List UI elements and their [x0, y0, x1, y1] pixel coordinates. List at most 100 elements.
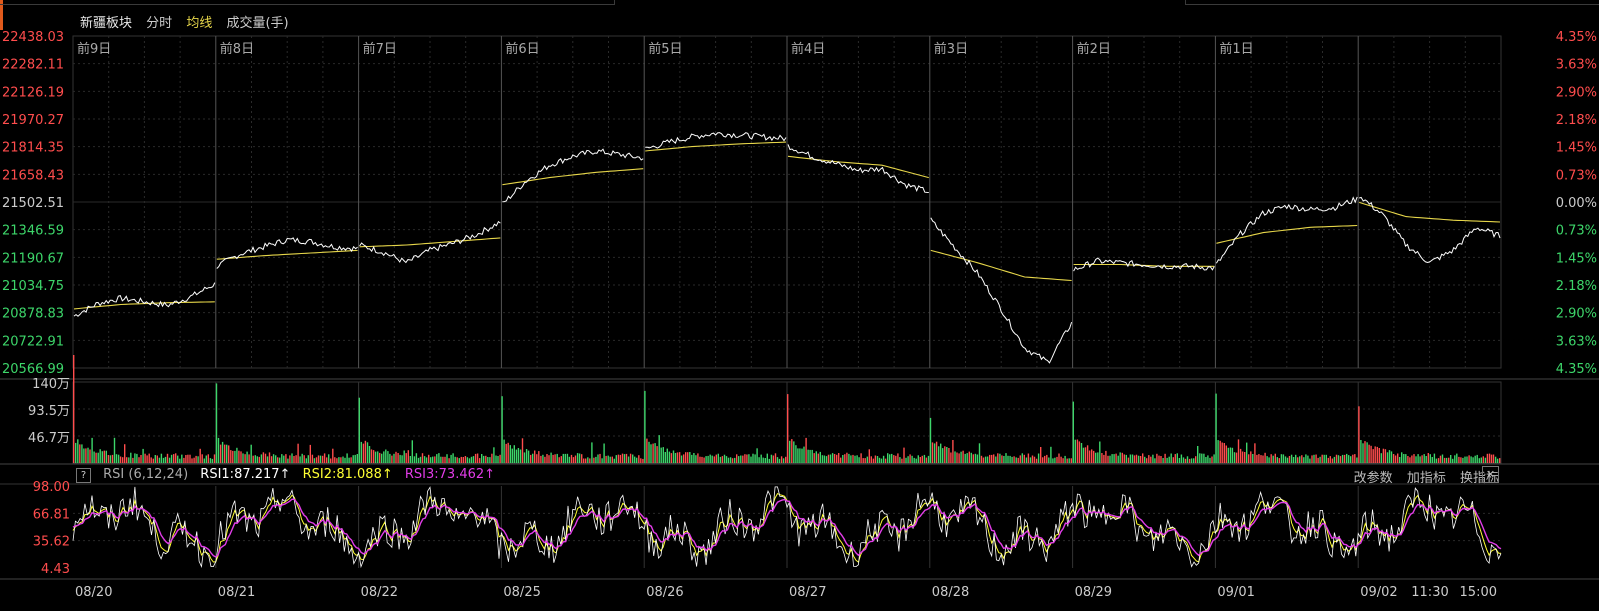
volume-bar	[782, 458, 785, 463]
volume-bar	[893, 455, 895, 463]
tab-average-line[interactable]: 均线	[186, 16, 212, 31]
volume-bar	[578, 453, 581, 463]
rsi-help-button[interactable]: ?	[76, 468, 91, 483]
volume-bar	[1311, 455, 1313, 463]
volume-bar	[729, 457, 732, 463]
volume-bar	[603, 443, 605, 463]
volume-bar	[387, 451, 389, 463]
volume-bar	[1099, 441, 1101, 463]
volume-bar	[623, 454, 626, 463]
volume-bar	[97, 452, 99, 463]
volume-bar	[976, 454, 979, 463]
volume-bar	[972, 454, 974, 463]
volume-bar	[625, 453, 628, 463]
volume-bar	[1480, 457, 1482, 463]
volume-bar	[438, 453, 440, 463]
date-tick-label: 08/25	[503, 585, 540, 600]
volume-bar	[984, 456, 987, 463]
volume-bar	[723, 454, 726, 463]
volume-bar	[931, 442, 934, 463]
volume-bar	[1225, 445, 1227, 463]
volume-bar	[95, 452, 97, 463]
close-icon[interactable]: ✕	[1482, 466, 1499, 483]
volume-bar	[489, 457, 491, 463]
volume-bar	[599, 453, 601, 463]
volume-bar	[495, 455, 497, 463]
volume-bar	[1403, 454, 1405, 463]
date-tick-label: 08/26	[646, 585, 683, 600]
volume-bar	[1266, 456, 1268, 463]
volume-bar	[434, 456, 436, 463]
volume-bar	[785, 456, 787, 463]
volume-bar	[909, 454, 911, 463]
volume-bar	[611, 456, 613, 463]
volume-bar	[168, 457, 171, 463]
volume-bar	[1223, 443, 1225, 463]
volume-bar	[509, 445, 511, 463]
day-label: 前8日	[220, 41, 254, 57]
volume-bar	[1142, 453, 1144, 463]
volume-bar	[1339, 456, 1342, 463]
volume-bar	[738, 456, 740, 463]
multi-day-chart[interactable]: 22438.03 4.35% 22282.11 3.63% 22126.19 2.90% 2…	[0, 0, 1599, 611]
volume-bar	[1003, 456, 1005, 463]
volume-bar	[1193, 458, 1195, 463]
volume-bar	[366, 442, 369, 463]
volume-bar	[191, 458, 193, 463]
volume-bar	[1352, 454, 1354, 463]
edit-params-button[interactable]: 改参数	[1354, 471, 1393, 486]
volume-bar	[99, 449, 101, 463]
add-indicator-button[interactable]: 加指标	[1407, 471, 1446, 486]
volume-bar	[754, 454, 756, 463]
volume-tick-label: 140万	[32, 377, 70, 392]
volume-bar	[1309, 458, 1311, 463]
volume-bar	[132, 457, 134, 463]
pct-tick-label: 2.90%	[1556, 85, 1597, 100]
volume-bar	[1354, 454, 1356, 463]
volume-bar	[640, 458, 642, 463]
volume-bar	[334, 457, 336, 463]
volume-bar	[878, 457, 881, 463]
volume-bar	[581, 454, 583, 463]
volume-bar	[1017, 457, 1019, 463]
volume-bar	[1186, 456, 1189, 463]
volume-bar	[1033, 456, 1036, 463]
volume-bar	[352, 455, 354, 463]
volume-bar	[997, 453, 999, 463]
volume-bar	[913, 457, 915, 463]
volume-bar	[1007, 455, 1009, 463]
volume-bar	[332, 448, 334, 463]
price-tick-label: 21814.35	[2, 141, 64, 156]
volume-bar	[1472, 457, 1474, 463]
volume-bar	[1064, 455, 1066, 463]
volume-bar	[362, 443, 365, 463]
volume-bar	[746, 454, 748, 463]
volume-bar	[1488, 453, 1491, 463]
volume-bar	[576, 453, 579, 463]
volume-bar	[1146, 458, 1148, 463]
volume-bar	[1470, 456, 1472, 463]
volume-bar	[1360, 440, 1362, 463]
volume-bar	[656, 446, 658, 463]
volume-bar	[1117, 455, 1119, 463]
volume-bar	[664, 452, 666, 463]
volume-bar	[142, 448, 144, 463]
volume-bar	[1282, 454, 1285, 463]
volume-bar	[517, 448, 520, 463]
volume-bar	[248, 454, 250, 463]
volume-bar	[842, 455, 844, 463]
price-tick-label: 20566.99	[2, 362, 64, 377]
volume-bar	[164, 456, 167, 463]
volume-bar	[525, 449, 528, 463]
tab-timeshare[interactable]: 分时	[146, 16, 172, 31]
volume-bar	[1315, 454, 1317, 463]
volume-bar	[250, 444, 252, 463]
day-label: 前3日	[934, 41, 968, 57]
volume-bar	[1301, 455, 1303, 463]
volume-bar	[1152, 454, 1154, 463]
tab-volume[interactable]: 成交量(手)	[226, 16, 288, 31]
volume-bar	[1407, 456, 1409, 463]
volume-bar	[903, 447, 905, 463]
volume-bar	[81, 444, 83, 463]
volume-bar	[113, 437, 116, 463]
